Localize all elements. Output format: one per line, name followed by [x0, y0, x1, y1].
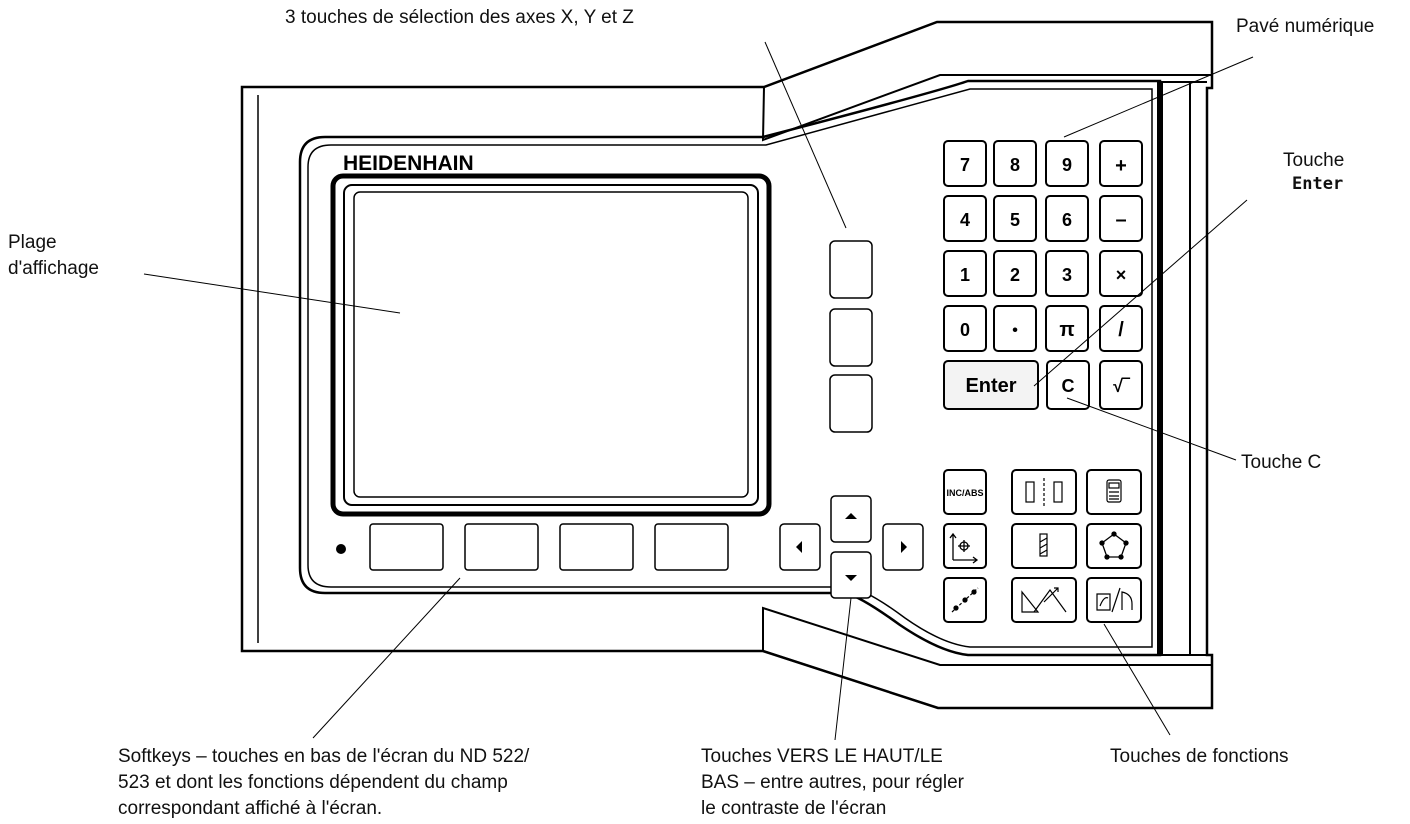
key-divide-label: / — [1118, 319, 1124, 341]
key-7-label: 7 — [960, 155, 970, 175]
key-6-label: 6 — [1062, 210, 1072, 230]
inc-abs-key-label: INC/ABS — [946, 488, 983, 498]
leader-display — [143, 273, 401, 314]
key-pi-label: π — [1059, 319, 1074, 341]
key-8-label: 8 — [1010, 155, 1020, 175]
key-plus-label: + — [1115, 155, 1127, 177]
leader-updown — [834, 597, 852, 741]
leader-softkeys — [312, 577, 461, 739]
function-keys: INC/ABS — [943, 469, 1142, 623]
key-0-label: 0 — [960, 320, 970, 340]
key-3-label: 3 — [1062, 265, 1072, 285]
keypad-row-2: 4 5 6 – — [943, 195, 1143, 242]
arrow-keys — [779, 495, 924, 599]
device-diagram: HEIDENHAIN 7 8 9 + 4 5 6 – 1 2 3 × 0 • π… — [143, 20, 1254, 741]
function-keys-label: Touches de fonctions — [1110, 746, 1289, 767]
keypad-row-1: 7 8 9 + — [943, 140, 1143, 187]
softkey-3[interactable] — [559, 523, 634, 571]
bolt-circle-key[interactable] — [1086, 523, 1142, 569]
keypad-row-4: 0 • π / — [943, 305, 1143, 352]
softkeys-label-line2: 523 et dont les fonctions dépendent du c… — [118, 772, 508, 793]
key-4-label: 4 — [960, 210, 970, 230]
axis-keys — [829, 240, 873, 433]
key-multiply-label: × — [1116, 265, 1127, 285]
power-led — [336, 544, 346, 554]
display-label-line1: Plage — [8, 232, 57, 253]
key-5-label: 5 — [1010, 210, 1020, 230]
brand-logo: HEIDENHAIN — [343, 152, 474, 175]
updown-label-line2: BAS – entre autres, pour régler — [701, 772, 964, 793]
softkey-4[interactable] — [654, 523, 729, 571]
numpad-label: Pavé numérique — [1236, 16, 1375, 37]
softkeys-label-line1: Softkeys – touches en bas de l'écran du … — [118, 746, 530, 767]
key-decimal-label: • — [1012, 322, 1018, 339]
display-screen — [330, 173, 772, 517]
numeric-keypad: 7 8 9 + 4 5 6 – 1 2 3 × 0 • π / Enter C … — [943, 140, 1143, 410]
key-2-label: 2 — [1010, 265, 1020, 285]
axis-key-x[interactable] — [829, 240, 873, 299]
c-key-label: Touche C — [1241, 452, 1322, 473]
centerline-key[interactable] — [1011, 469, 1077, 515]
key-9-label: 9 — [1062, 155, 1072, 175]
keypad-row-3: 1 2 3 × — [943, 250, 1143, 297]
clear-key-label: C — [1062, 376, 1075, 396]
axis-key-y[interactable] — [829, 308, 873, 367]
keypad-row-5: Enter C √‾ — [943, 360, 1143, 410]
key-minus-label: – — [1115, 209, 1126, 231]
sqrt-key-label: √‾ — [1113, 376, 1131, 396]
updown-label-line1: Touches VERS LE HAUT/LE — [701, 746, 943, 767]
axis-key-z[interactable] — [829, 374, 873, 433]
enter-key-callout-line2: Enter — [1292, 174, 1344, 194]
softkeys-label-line3: correspondant affiché à l'écran. — [118, 798, 383, 819]
key-1-label: 1 — [960, 265, 970, 285]
axis-keys-label: 3 touches de sélection des axes X, Y et … — [285, 7, 634, 28]
arc-milling-key[interactable] — [1086, 577, 1142, 623]
updown-label-line3: le contraste de l'écran — [701, 798, 887, 819]
softkeys — [369, 523, 729, 571]
enter-key-label: Enter — [965, 375, 1016, 397]
enter-key-callout-line1: Touche — [1283, 150, 1345, 171]
softkey-1[interactable] — [369, 523, 444, 571]
softkey-2[interactable] — [464, 523, 539, 571]
display-label-line2: d'affichage — [8, 258, 99, 279]
